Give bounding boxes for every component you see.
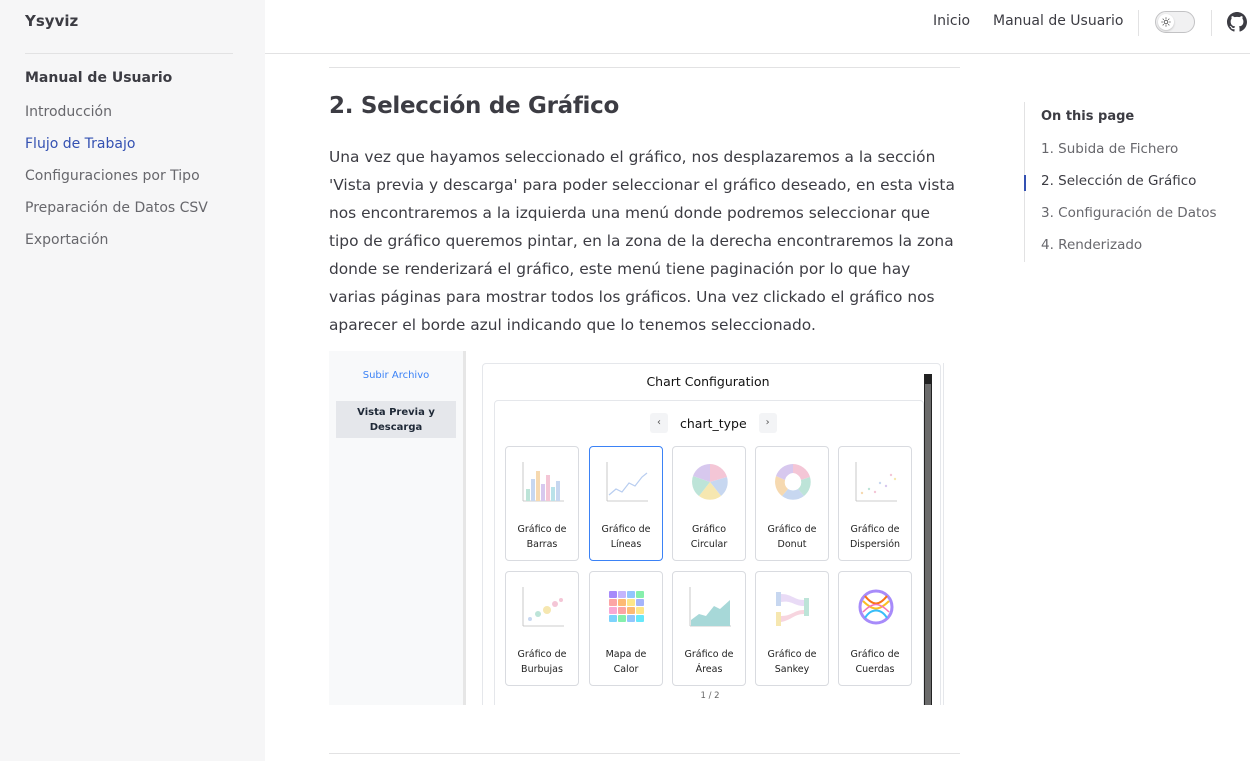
screenshot-page-indicator: 1 / 2 <box>700 691 720 701</box>
toc-item-configuracion[interactable]: 3. Configuración de Datos <box>1041 205 1217 221</box>
chart-card-label: Sankey <box>774 664 810 675</box>
pie-chart-icon <box>692 463 728 500</box>
chart-card-sankey: Gráfico de Sankey <box>755 571 829 686</box>
sun-icon <box>1158 14 1174 30</box>
chart-card-label: Mapa de <box>605 649 647 660</box>
sidebar: Ysyviz Manual de Usuario Introducción Fl… <box>0 0 265 761</box>
sidebar-item-flujo-de-trabajo[interactable]: Flujo de Trabajo <box>25 134 208 166</box>
chart-card-label: Donut <box>777 539 807 550</box>
chart-card-label: Gráfico de <box>767 524 817 535</box>
toc-item-renderizado[interactable]: 4. Renderizado <box>1041 237 1142 253</box>
chart-card-label: Áreas <box>695 664 723 675</box>
chart-card-label: Gráfico de <box>517 524 567 535</box>
section-heading: 2. Selección de Gráfico <box>329 93 619 119</box>
screenshot-chart-grid: ‹ chart_type › Gráfico de Barras Gráfico… <box>494 400 924 705</box>
on-this-page: On this page 1. Subida de Fichero 2. Sel… <box>1024 102 1234 262</box>
screenshot-right-edge <box>943 363 960 705</box>
screenshot-sidebar: Subir Archivo Vista Previa y Descarga <box>329 351 466 705</box>
chart-card-label: Dispersión <box>849 539 901 550</box>
nav-link-inicio[interactable]: Inicio <box>933 13 970 29</box>
screenshot-chart-config-panel: Chart Configuration ‹ chart_type › Gráfi… <box>482 363 941 705</box>
chart-card-label: Calor <box>613 664 639 675</box>
chord-chart-icon <box>858 589 894 625</box>
chart-card-mapa-calor: Mapa de Calor <box>589 571 663 686</box>
pager-prev-icon: ‹ <box>650 413 668 433</box>
github-icon[interactable] <box>1227 12 1247 32</box>
chart-card-label: Gráfico de <box>850 524 900 535</box>
nav-divider <box>1138 10 1139 36</box>
pager-label: chart_type <box>680 415 747 431</box>
toc-title: On this page <box>1041 109 1135 124</box>
chart-card-donut: Gráfico de Donut <box>755 446 829 561</box>
sankey-chart-icon <box>776 592 809 626</box>
screenshot-scrollbar-cap <box>924 374 932 384</box>
chart-card-label: Cuerdas <box>855 664 895 675</box>
site-brand[interactable]: Ysyviz <box>25 12 78 30</box>
sidebar-item-configuraciones[interactable]: Configuraciones por Tipo <box>25 166 208 198</box>
sidebar-item-preparacion-csv[interactable]: Preparación de Datos CSV <box>25 198 208 230</box>
toc-item-subida[interactable]: 1. Subida de Fichero <box>1041 141 1178 157</box>
sidebar-items: Introducción Flujo de Trabajo Configurac… <box>25 102 208 262</box>
top-nav: Inicio Manual de Usuario <box>265 0 1250 54</box>
chart-card-cuerdas: Gráfico de Cuerdas <box>838 571 912 686</box>
line-chart-icon <box>606 462 648 502</box>
bubble-chart-icon <box>522 587 564 627</box>
screenshot-upload-link: Subir Archivo <box>362 370 430 381</box>
bar-chart-icon <box>522 462 564 502</box>
chart-card-label: Circular <box>690 539 728 550</box>
nav-divider <box>1211 10 1212 36</box>
sidebar-section-title: Manual de Usuario <box>25 70 173 86</box>
screenshot-panel-title: Chart Configuration <box>646 374 770 389</box>
scatter-chart-icon <box>855 462 897 502</box>
chart-card-label: Líneas <box>610 539 642 550</box>
area-chart-icon <box>689 587 731 627</box>
chart-card-label: Gráfico de <box>850 649 900 660</box>
chart-card-label: Gráfico de <box>517 649 567 660</box>
toc-active-marker <box>1024 175 1026 191</box>
section-divider <box>329 753 960 754</box>
screenshot-pager: ‹ chart_type › <box>650 411 777 435</box>
chart-card-label: Gráfico <box>691 524 727 535</box>
chart-card-areas: Gráfico de Áreas <box>672 571 746 686</box>
chart-card-lineas: Gráfico de Líneas <box>589 446 663 561</box>
chart-card-label: Gráfico de <box>601 524 651 535</box>
sidebar-item-introduccion[interactable]: Introducción <box>25 102 208 134</box>
heatmap-icon <box>609 591 644 622</box>
section-divider <box>329 67 960 68</box>
screenshot-preview-tab: Vista Previa y Descarga <box>336 401 456 438</box>
nav-link-manual[interactable]: Manual de Usuario <box>993 13 1123 29</box>
section-paragraph: Una vez que hayamos seleccionado el gráf… <box>329 148 955 334</box>
sidebar-item-exportacion[interactable]: Exportación <box>25 230 208 262</box>
chart-card-barras: Gráfico de Barras <box>505 446 579 561</box>
chart-card-label: Gráfico de <box>767 649 817 660</box>
pager-next-icon: › <box>758 413 777 433</box>
toc-item-seleccion[interactable]: 2. Selección de Gráfico <box>1041 173 1196 189</box>
sidebar-divider <box>25 53 233 54</box>
chart-selection-screenshot: Subir Archivo Vista Previa y Descarga Ch… <box>329 351 960 705</box>
screenshot-preview-tab-line2: Descarga <box>369 422 423 433</box>
chart-card-circular: Gráfico Circular <box>672 446 746 561</box>
donut-chart-icon <box>775 463 811 500</box>
chart-card-label: Barras <box>526 539 558 550</box>
chart-card-dispersion: Gráfico de Dispersión <box>838 446 912 561</box>
chart-card-burbujas: Gráfico de Burbujas <box>505 571 579 686</box>
chart-card-label: Gráfico de <box>684 649 734 660</box>
screenshot-preview-tab-line1: Vista Previa y <box>357 407 435 418</box>
screenshot-scrollbar <box>924 374 932 705</box>
chart-card-label: Burbujas <box>521 664 563 675</box>
theme-toggle[interactable] <box>1155 11 1195 33</box>
